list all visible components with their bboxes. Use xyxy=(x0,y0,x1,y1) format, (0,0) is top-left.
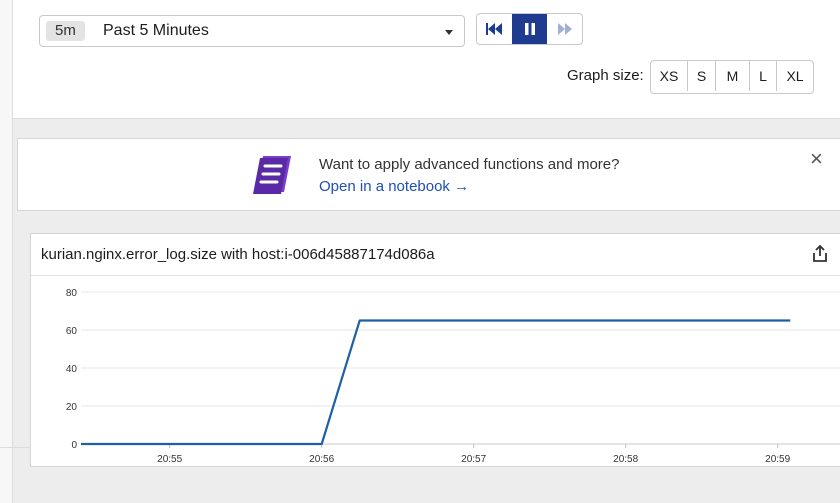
line-chart: 0 20 40 60 80 20:55 20:56 20:57 20:58 20:59 xyxy=(66,288,840,465)
chevron-down-icon xyxy=(445,30,453,35)
toolbar: 5m Past 5 Minutes Graph size: XS S M L X… xyxy=(13,0,840,119)
close-icon[interactable]: × xyxy=(810,148,823,170)
fast-forward-button[interactable] xyxy=(547,14,582,44)
x-tick-label: 20:58 xyxy=(613,454,638,465)
graph-panel-header: kurian.nginx.error_log.size with host:i-… xyxy=(31,234,840,276)
share-icon[interactable] xyxy=(812,245,828,263)
graph-size-s[interactable]: S xyxy=(688,61,716,91)
open-notebook-link[interactable]: Open in a notebook → xyxy=(319,178,469,196)
y-tick-label: 0 xyxy=(71,440,77,451)
graph-size-options: XS S M L XL xyxy=(650,60,814,94)
time-range-select[interactable]: 5m Past 5 Minutes xyxy=(39,15,465,47)
pause-icon xyxy=(524,23,535,35)
x-tick-label: 20:56 xyxy=(309,454,334,465)
graph-size-l[interactable]: L xyxy=(750,61,777,91)
y-tick-label: 80 xyxy=(66,288,78,299)
time-range-chip: 5m xyxy=(46,21,85,41)
x-tick-label: 20:59 xyxy=(765,454,790,465)
y-tick-label: 40 xyxy=(66,364,78,375)
graph-size-xs[interactable]: XS xyxy=(651,61,688,91)
playback-controls xyxy=(476,13,583,45)
x-tick-label: 20:55 xyxy=(157,454,182,465)
graph-size-label: Graph size: xyxy=(567,67,644,84)
y-tick-label: 20 xyxy=(66,402,78,413)
rewind-button[interactable] xyxy=(477,14,512,44)
fast-forward-icon xyxy=(557,23,572,35)
divider xyxy=(0,447,30,448)
rewind-icon xyxy=(485,23,502,35)
time-range-label: Past 5 Minutes xyxy=(103,22,209,39)
x-tick-label: 20:57 xyxy=(461,454,486,465)
notebook-promo-banner: Want to apply advanced functions and mor… xyxy=(17,138,840,211)
y-tick-label: 60 xyxy=(66,326,78,337)
left-rail xyxy=(0,0,13,503)
series-line xyxy=(81,319,791,446)
notebook-icon xyxy=(253,156,291,194)
pause-button[interactable] xyxy=(512,14,547,44)
graph-size-m[interactable]: M xyxy=(716,61,750,91)
graph-panel: kurian.nginx.error_log.size with host:i-… xyxy=(30,233,840,467)
promo-message: Want to apply advanced functions and mor… xyxy=(319,156,620,173)
graph-size-xl[interactable]: XL xyxy=(777,61,813,91)
graph-title: kurian.nginx.error_log.size with host:i-… xyxy=(41,246,435,263)
